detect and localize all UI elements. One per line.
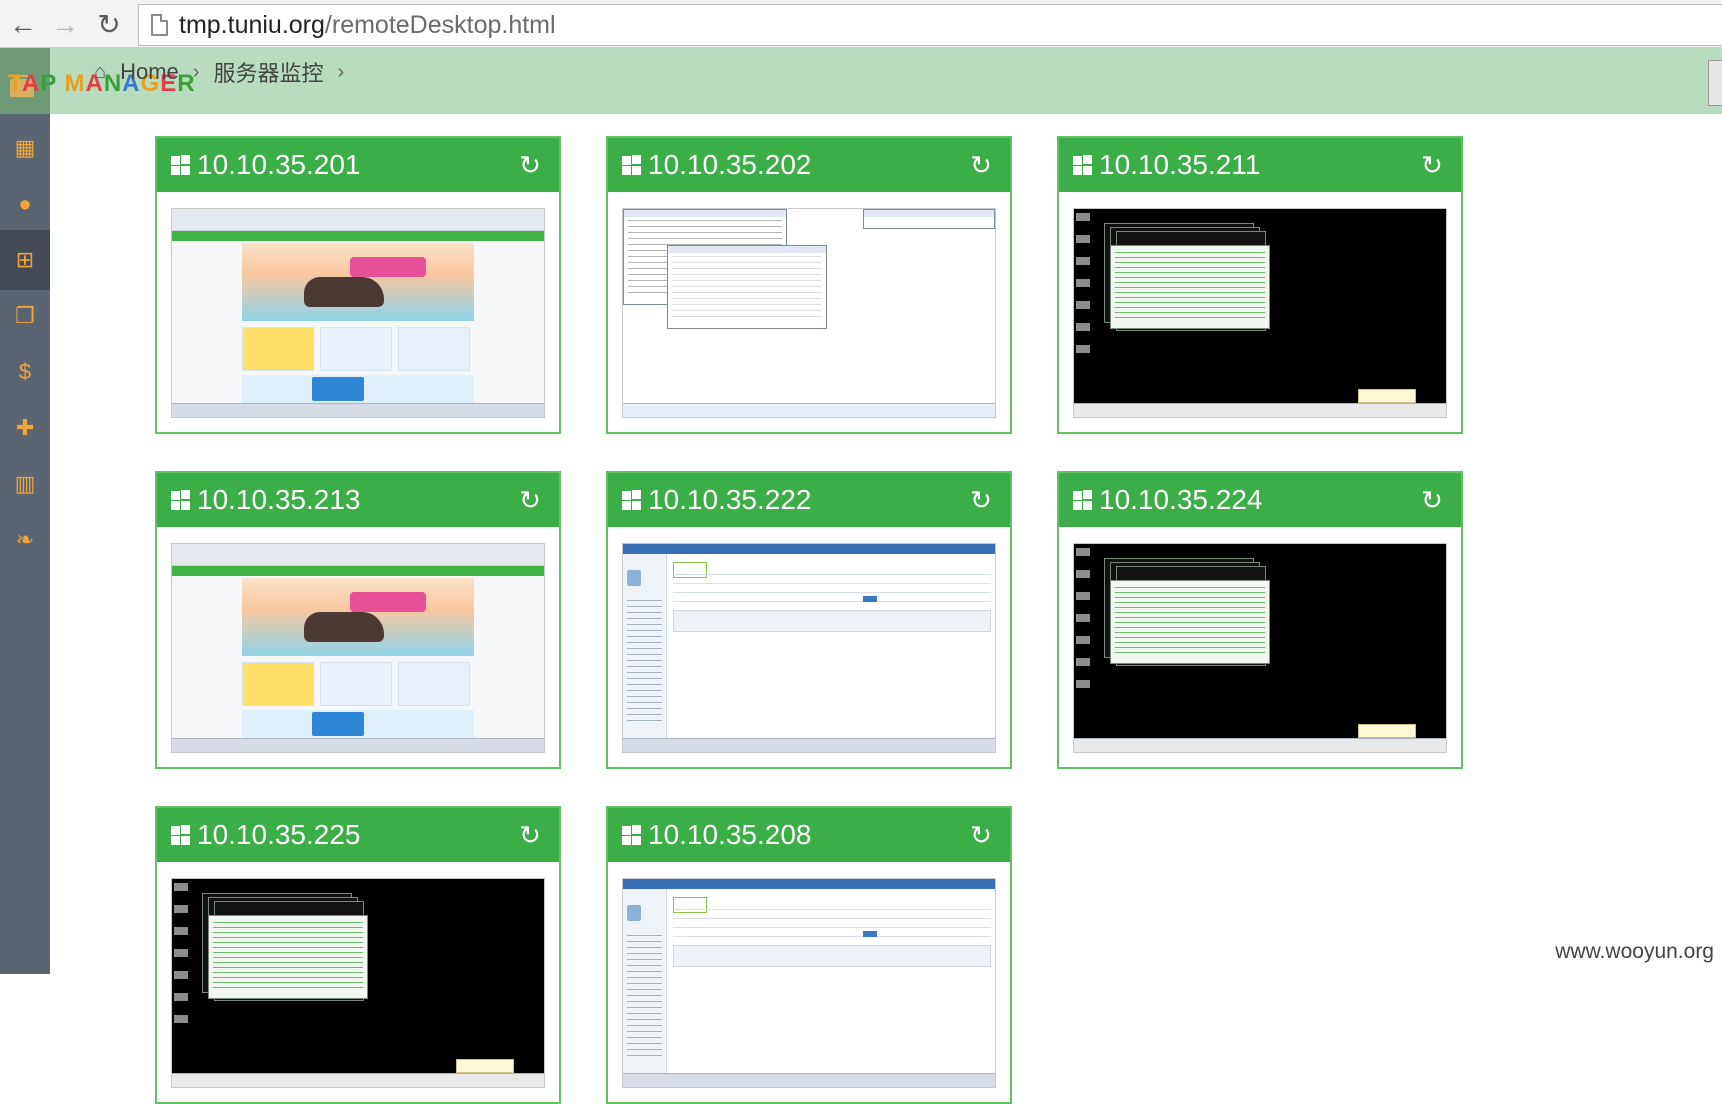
server-card-header: 10.10.35.211 ↻ xyxy=(1059,138,1461,192)
breadcrumb-current[interactable]: 服务器监控 xyxy=(213,56,323,88)
refresh-icon[interactable]: ↻ xyxy=(1417,485,1447,515)
url-host: tmp.tuniu.org xyxy=(179,11,325,39)
refresh-icon[interactable]: ↻ xyxy=(966,820,996,850)
remote-screenshot[interactable] xyxy=(1073,543,1447,753)
breadcrumb: ⌂ Home › 服务器监控 › xyxy=(94,56,344,88)
server-card-body xyxy=(608,862,1010,1102)
server-ip: 10.10.35.211 xyxy=(1099,149,1260,181)
home-icon[interactable]: ⌂ xyxy=(94,61,106,84)
server-ip: 10.10.35.208 xyxy=(648,819,812,851)
breadcrumb-separator-icon: › xyxy=(337,61,344,84)
address-bar[interactable]: tmp.tuniu.org/remoteDesktop.html xyxy=(138,4,1722,46)
refresh-icon[interactable]: ↻ xyxy=(966,485,996,515)
sitemap-icon[interactable]: ⊞ xyxy=(0,230,50,290)
windows-icon xyxy=(1073,155,1093,175)
server-card: 10.10.35.211 ↻ xyxy=(1057,136,1463,434)
server-card-body xyxy=(608,527,1010,767)
sidebar: ▦●⊞❐$✚▥❧ xyxy=(0,114,50,974)
server-card: 10.10.35.222 ↻ xyxy=(606,471,1012,769)
refresh-icon[interactable]: ↻ xyxy=(1417,150,1447,180)
server-card: 10.10.35.208 ↻ xyxy=(606,806,1012,1104)
remote-screenshot[interactable] xyxy=(171,878,545,1088)
back-arrow-icon[interactable]: ← xyxy=(6,8,40,42)
server-ip: 10.10.35.201 xyxy=(197,149,361,181)
refresh-icon[interactable]: ↻ xyxy=(515,150,545,180)
remote-screenshot[interactable] xyxy=(622,208,996,418)
refresh-icon[interactable]: ↻ xyxy=(515,485,545,515)
server-card: 10.10.35.224 ↻ xyxy=(1057,471,1463,769)
watermark: www.wooyun.org xyxy=(1555,940,1714,964)
remote-screenshot[interactable] xyxy=(171,208,545,418)
server-ip: 10.10.35.222 xyxy=(648,484,812,516)
bar-chart-icon[interactable]: ▥ xyxy=(0,454,50,514)
windows-icon xyxy=(171,825,191,845)
server-card: 10.10.35.213 ↻ xyxy=(155,471,561,769)
logo-letter: T xyxy=(8,70,22,97)
refresh-icon[interactable]: ↻ xyxy=(515,820,545,850)
remote-screenshot[interactable] xyxy=(622,543,996,753)
server-card-body xyxy=(157,862,559,1102)
table-icon[interactable]: ▦ xyxy=(0,118,50,178)
server-card-body xyxy=(1059,527,1461,767)
url-path: /remoteDesktop.html xyxy=(325,11,556,39)
bookmark-icon[interactable]: ❐ xyxy=(0,286,50,346)
server-card-body xyxy=(1059,192,1461,432)
windows-icon xyxy=(1073,490,1093,510)
gift-icon[interactable]: ✚ xyxy=(0,398,50,458)
server-card: 10.10.35.201 ↻ xyxy=(155,136,561,434)
server-card: 10.10.35.225 ↻ xyxy=(155,806,561,1104)
browser-toolbar: ← → ↻ tmp.tuniu.org/remoteDesktop.html xyxy=(0,0,1722,48)
server-card-header: 10.10.35.222 ↻ xyxy=(608,473,1010,527)
server-card-header: 10.10.35.224 ↻ xyxy=(1059,473,1461,527)
windows-icon xyxy=(622,155,642,175)
server-card-header: 10.10.35.202 ↻ xyxy=(608,138,1010,192)
windows-icon xyxy=(622,490,642,510)
logo-letter: M xyxy=(64,70,85,97)
server-card-header: 10.10.35.225 ↻ xyxy=(157,808,559,862)
windows-icon xyxy=(171,155,191,175)
server-card-header: 10.10.35.213 ↻ xyxy=(157,473,559,527)
server-ip: 10.10.35.225 xyxy=(197,819,361,851)
logo-letter: A xyxy=(22,70,40,97)
server-card-header: 10.10.35.201 ↻ xyxy=(157,138,559,192)
remote-screenshot[interactable] xyxy=(171,543,545,753)
reload-icon[interactable]: ↻ xyxy=(92,8,126,42)
server-card-body xyxy=(157,527,559,767)
server-ip: 10.10.35.202 xyxy=(648,149,812,181)
remote-screenshot[interactable] xyxy=(622,878,996,1088)
forward-arrow-icon[interactable]: → xyxy=(48,8,82,42)
remote-screenshot[interactable] xyxy=(1073,208,1447,418)
logo-letter: P xyxy=(40,70,57,97)
page-icon xyxy=(151,14,168,36)
server-ip: 10.10.35.224 xyxy=(1099,484,1263,516)
server-card-header: 10.10.35.208 ↻ xyxy=(608,808,1010,862)
windows-icon xyxy=(622,825,642,845)
leaf-icon[interactable]: ❧ xyxy=(0,510,50,570)
breadcrumb-separator-icon: › xyxy=(193,61,200,84)
server-ip: 10.10.35.213 xyxy=(197,484,361,516)
user-icon[interactable]: ● xyxy=(0,174,50,234)
url-text[interactable]: tmp.tuniu.org/remoteDesktop.html xyxy=(179,11,556,40)
server-card-body xyxy=(157,192,559,432)
breadcrumb-home[interactable]: Home xyxy=(120,59,179,85)
refresh-icon[interactable]: ↻ xyxy=(966,150,996,180)
avatar[interactable] xyxy=(1708,60,1722,106)
dollar-icon[interactable]: $ xyxy=(0,342,50,402)
server-card: 10.10.35.202 ↻ xyxy=(606,136,1012,434)
server-card-body xyxy=(608,192,1010,432)
windows-icon xyxy=(171,490,191,510)
